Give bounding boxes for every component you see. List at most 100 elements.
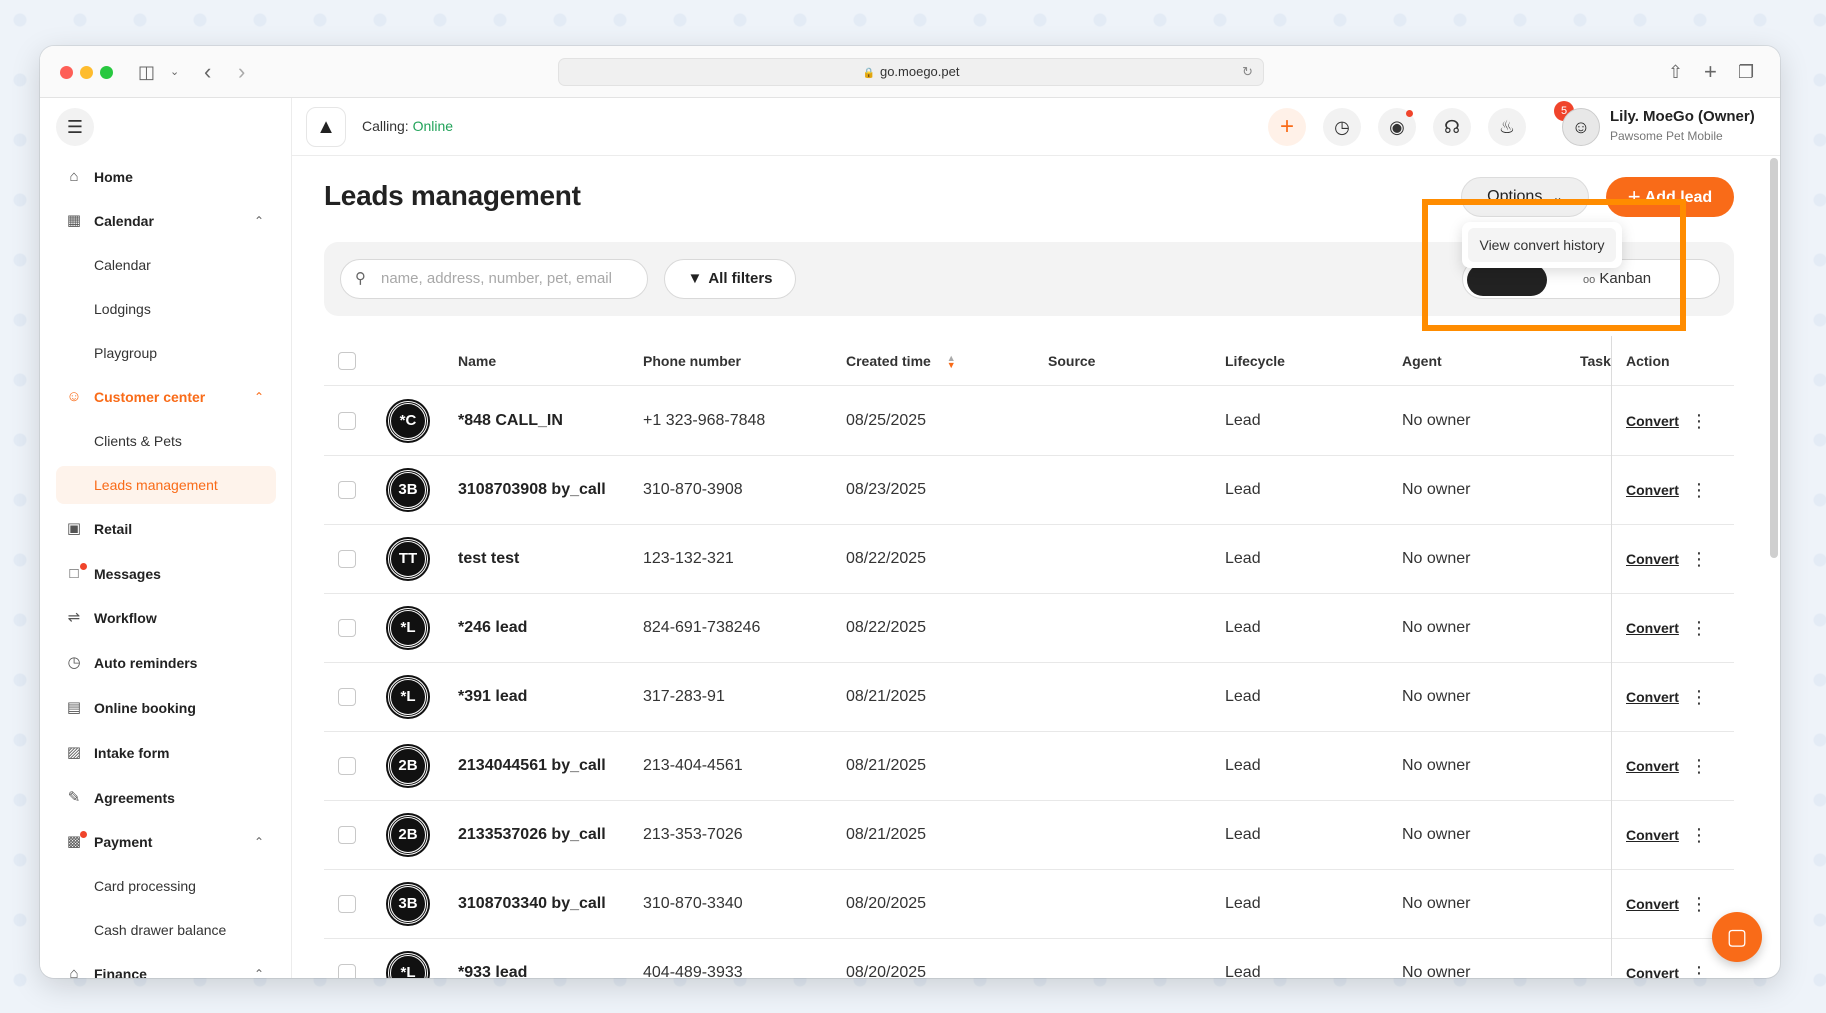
convert-link[interactable]: Convert: [1626, 663, 1679, 731]
sidebar-item-calendar[interactable]: ▦ Calendar ⌃: [56, 202, 276, 240]
sidebar-item-messages[interactable]: □ Messages: [56, 555, 276, 593]
maximize-window-button[interactable]: [100, 66, 113, 79]
row-checkbox[interactable]: [338, 895, 356, 913]
table-row[interactable]: 3B 3108703340 by_call 310-870-3340 08/20/20…: [324, 870, 1734, 939]
convert-link[interactable]: Convert: [1626, 456, 1679, 524]
view-list-button[interactable]: [1467, 264, 1547, 296]
sort-icon[interactable]: ▲ ▼: [947, 354, 956, 370]
chevron-down-icon[interactable]: ⌄: [170, 60, 179, 84]
convert-link[interactable]: Convert: [1626, 801, 1679, 869]
more-options-icon[interactable]: ⋮: [1690, 801, 1708, 869]
sidebar-item-auto-reminders[interactable]: ◷ Auto reminders: [56, 644, 276, 682]
sidebar-item-home[interactable]: ⌂ Home: [56, 158, 276, 196]
sidebar-item-online-booking[interactable]: ▤ Online booking: [56, 689, 276, 727]
sidebar-item-payment[interactable]: ▩ Payment ⌃: [56, 823, 276, 861]
convert-link[interactable]: Convert: [1626, 939, 1679, 978]
sidebar-item-intake-form[interactable]: ▨ Intake form: [56, 734, 276, 772]
clock-icon[interactable]: ◷: [1323, 108, 1361, 146]
cell-name[interactable]: 3108703908 by_call: [458, 456, 606, 524]
view-convert-history-menu-item[interactable]: View convert history: [1468, 228, 1616, 262]
vertical-scrollbar[interactable]: [1770, 158, 1778, 558]
more-options-icon[interactable]: ⋮: [1690, 663, 1708, 731]
column-header-name[interactable]: Name: [458, 336, 496, 386]
bell-icon[interactable]: ♨: [1488, 108, 1526, 146]
all-filters-button[interactable]: ▼ All filters: [664, 259, 796, 299]
quick-add-button[interactable]: +: [1268, 108, 1306, 146]
forward-icon[interactable]: ›: [238, 60, 245, 84]
avatar[interactable]: ☺: [1562, 108, 1600, 146]
table-row[interactable]: 2B 2134044561 by_call 213-404-4561 08/21/20…: [324, 732, 1734, 801]
table-row[interactable]: 2B 2133537026 by_call 213-353-7026 08/21/20…: [324, 801, 1734, 870]
minimize-window-button[interactable]: [80, 66, 93, 79]
more-options-icon[interactable]: ⋮: [1690, 870, 1708, 938]
table-row[interactable]: *L *246 lead 824-691-738246 08/22/2025 Lead N…: [324, 594, 1734, 663]
row-checkbox[interactable]: [338, 481, 356, 499]
share-icon[interactable]: ⇧: [1668, 60, 1683, 84]
cell-name[interactable]: *848 CALL_IN: [458, 387, 563, 455]
convert-link[interactable]: Convert: [1626, 732, 1679, 800]
new-tab-icon[interactable]: +: [1704, 60, 1717, 84]
options-button[interactable]: Options ⌄: [1461, 177, 1589, 217]
sidebar-item-retail[interactable]: ▣ Retail: [56, 510, 276, 548]
table-row[interactable]: TT test test 123-132-321 08/22/2025 Lead No o…: [324, 525, 1734, 594]
more-options-icon[interactable]: ⋮: [1690, 456, 1708, 524]
menu-icon[interactable]: ☰: [56, 108, 94, 146]
search-input[interactable]: [381, 270, 631, 287]
row-checkbox[interactable]: [338, 412, 356, 430]
user-name[interactable]: Lily. MoeGo (Owner): [1610, 108, 1755, 125]
more-options-icon[interactable]: ⋮: [1690, 525, 1708, 593]
more-options-icon[interactable]: ⋮: [1690, 939, 1708, 978]
convert-link[interactable]: Convert: [1626, 387, 1679, 455]
convert-link[interactable]: Convert: [1626, 870, 1679, 938]
sidebar-item-workflow[interactable]: ⇌ Workflow: [56, 599, 276, 637]
cell-name[interactable]: 3108703340 by_call: [458, 870, 606, 938]
sidebar-item-agreements[interactable]: ✎ Agreements: [56, 779, 276, 817]
more-options-icon[interactable]: ⋮: [1690, 594, 1708, 662]
table-row[interactable]: *L *391 lead 317-283-91 08/21/2025 Lead No ow…: [324, 663, 1734, 732]
sidebar-item-lodgings[interactable]: Lodgings: [56, 290, 276, 328]
row-checkbox[interactable]: [338, 550, 356, 568]
sidebar-item-calendar-sub[interactable]: Calendar: [56, 246, 276, 284]
column-header-phone[interactable]: Phone number: [643, 336, 741, 386]
search-box[interactable]: ⚲: [340, 259, 648, 299]
column-header-lifecycle[interactable]: Lifecycle: [1225, 336, 1285, 386]
cell-name[interactable]: 2134044561 by_call: [458, 732, 606, 800]
row-checkbox[interactable]: [338, 619, 356, 637]
sidebar-item-leads-management[interactable]: Leads management: [56, 466, 276, 504]
column-header-agent[interactable]: Agent: [1402, 336, 1442, 386]
cell-name[interactable]: *391 lead: [458, 663, 527, 731]
more-options-icon[interactable]: ⋮: [1690, 387, 1708, 455]
sidebar-item-customer-center[interactable]: ☺ Customer center ⌃: [56, 378, 276, 416]
cell-name[interactable]: 2133537026 by_call: [458, 801, 606, 869]
row-checkbox[interactable]: [338, 964, 356, 978]
sidebar-item-clients-pets[interactable]: Clients & Pets: [56, 422, 276, 460]
back-icon[interactable]: ‹: [204, 60, 211, 84]
table-row[interactable]: 3B 3108703908 by_call 310-870-3908 08/23/20…: [324, 456, 1734, 525]
add-lead-button[interactable]: + Add lead: [1606, 177, 1734, 217]
moego-logo-icon[interactable]: ▲: [306, 107, 346, 147]
convert-link[interactable]: Convert: [1626, 525, 1679, 593]
sidebar-item-finance[interactable]: ⌂ Finance ⌃: [56, 955, 276, 978]
table-row[interactable]: *L *933 lead 404-489-3933 08/20/2025 Lead No …: [324, 939, 1734, 978]
select-all-checkbox[interactable]: [338, 352, 356, 370]
cell-name[interactable]: *246 lead: [458, 594, 527, 662]
more-options-icon[interactable]: ⋮: [1690, 732, 1708, 800]
reload-icon[interactable]: ↻: [1242, 59, 1253, 85]
column-header-created[interactable]: Created time ▲ ▼: [846, 336, 956, 386]
convert-link[interactable]: Convert: [1626, 594, 1679, 662]
row-checkbox[interactable]: [338, 757, 356, 775]
column-header-source[interactable]: Source: [1048, 336, 1095, 386]
chevron-down-icon[interactable]: ⌄: [1778, 116, 1780, 132]
address-bar[interactable]: 🔒 go.moego.pet ↻: [558, 58, 1264, 86]
sidebar-toggle-icon[interactable]: ◫: [138, 60, 155, 84]
row-checkbox[interactable]: [338, 688, 356, 706]
sidebar-item-card-processing[interactable]: Card processing: [56, 867, 276, 905]
close-window-button[interactable]: [60, 66, 73, 79]
cell-name[interactable]: test test: [458, 525, 519, 593]
chat-support-button[interactable]: ▢: [1712, 912, 1762, 962]
row-checkbox[interactable]: [338, 826, 356, 844]
cell-name[interactable]: *933 lead: [458, 939, 527, 978]
column-header-task[interactable]: Task: [1580, 336, 1611, 386]
table-row[interactable]: *C *848 CALL_IN +1 323-968-7848 08/25/2025 L…: [324, 387, 1734, 456]
sidebar-item-playgroup[interactable]: Playgroup: [56, 334, 276, 372]
